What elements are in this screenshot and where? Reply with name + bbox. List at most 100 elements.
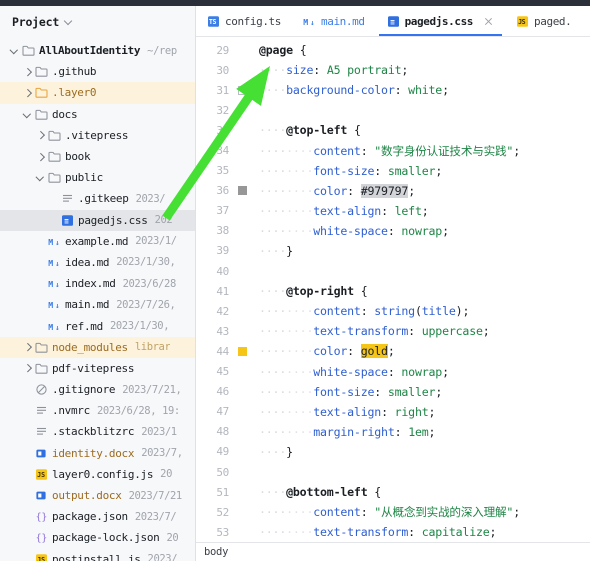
code-token: gold [361, 344, 388, 358]
tree-row-gitignore[interactable]: .gitignore2023/7/21, [0, 379, 195, 400]
code-line[interactable]: 37········text-align: left; [196, 201, 590, 221]
tree-row-postinstall-js[interactable]: JSpostinstall.js2023/ [0, 549, 195, 561]
code-token: ; [513, 144, 520, 158]
code-line[interactable]: 51····@bottom-left { [196, 482, 590, 502]
indent-guide: ···· [259, 284, 286, 298]
code-line[interactable]: 41····@top-right { [196, 281, 590, 301]
markdown-icon: M↓ [303, 15, 316, 28]
line-number: 47 [196, 405, 234, 418]
tree-row-idea-md[interactable]: M↓idea.md2023/1/30, [0, 252, 195, 273]
gutter-color-swatch-white[interactable] [234, 86, 251, 95]
editor-tab-paged[interactable]: JSpaged. [505, 6, 582, 36]
tree-row-index-md[interactable]: M↓index.md2023/6/28 [0, 273, 195, 294]
tree-row-public[interactable]: public [0, 167, 195, 188]
tree-row-github[interactable]: .github [0, 61, 195, 82]
tree-item-meta: 202 [155, 214, 173, 226]
tree-row-nvmrc[interactable]: .nvmrc2023/6/28, 19: [0, 400, 195, 421]
tree-row-package-json[interactable]: {}package.json2023/7/ [0, 506, 195, 527]
editor-tab-config-ts[interactable]: TSconfig.ts [196, 6, 292, 36]
color-swatch[interactable] [238, 86, 247, 95]
tree-item-meta: 2023/7/26, [116, 299, 175, 311]
indent-guide: ···· [286, 144, 313, 158]
chevron-right-icon[interactable] [34, 129, 47, 142]
code-line[interactable]: 50 [196, 462, 590, 482]
editor-tab-main-md[interactable]: M↓main.md [292, 6, 376, 36]
code-line[interactable]: 49····} [196, 442, 590, 462]
code-line[interactable]: 43········text-transform: uppercase; [196, 321, 590, 341]
folder-icon [34, 362, 49, 375]
color-swatch[interactable] [238, 347, 247, 356]
code-line[interactable]: 44········color: gold; [196, 341, 590, 361]
editor-tab-pagedjs-css[interactable]: ≡pagedjs.css [376, 6, 505, 36]
tree-row-layer0[interactable]: .layer0 [0, 82, 195, 103]
code-line[interactable]: 35········font-size: smaller; [196, 161, 590, 181]
gutter-color-swatch-grey[interactable] [234, 186, 251, 195]
code-line[interactable]: 42········content: string(title); [196, 301, 590, 321]
tree-row-gitkeep[interactable]: .gitkeep2023/ [0, 188, 195, 209]
code-line[interactable]: 33····@top-left { [196, 120, 590, 140]
tree-row-pdf-vitepress[interactable]: pdf-vitepress [0, 358, 195, 379]
code-line[interactable]: 52········content: "从概念到实战的深入理解"; [196, 502, 590, 522]
tree-row-pagedjs-css[interactable]: ≡pagedjs.css202 [0, 210, 195, 231]
chevron-right-icon[interactable] [21, 86, 34, 99]
tree-row-output-docx[interactable]: output.docx2023/7/21 [0, 485, 195, 506]
tree-row-package-lock-json[interactable]: {}package-lock.json20 [0, 527, 195, 548]
tree-row-docs[interactable]: docs [0, 104, 195, 125]
code-editor[interactable]: 29@page {30····size: A5 portrait;31····b… [196, 37, 590, 542]
code-line[interactable]: 39····} [196, 241, 590, 261]
tree-row-main-md[interactable]: M↓main.md2023/7/26, [0, 294, 195, 315]
code-line[interactable]: 32 [196, 100, 590, 120]
project-file-tree[interactable]: AllAboutIdentity~/rep.github.layer0docs.… [0, 37, 195, 561]
code-line-text: ········font-size: smaller; [251, 385, 442, 399]
code-line[interactable]: 47········text-align: right; [196, 402, 590, 422]
code-line-text: ····} [251, 244, 293, 258]
code-line[interactable]: 46········font-size: smaller; [196, 382, 590, 402]
code-line[interactable]: 53········text-transform: capitalize; [196, 522, 590, 542]
chevron-down-icon[interactable] [65, 17, 74, 26]
svg-text:M: M [48, 258, 53, 268]
tree-row-vitepress[interactable]: .vitepress [0, 125, 195, 146]
code-token: smaller [388, 385, 435, 399]
code-token: : [408, 324, 422, 338]
close-icon[interactable] [483, 16, 494, 27]
editor-tab-bar[interactable]: TSconfig.tsM↓main.md≡pagedjs.cssJSpaged. [196, 6, 590, 37]
code-line[interactable]: 40 [196, 261, 590, 281]
svg-text:JS: JS [37, 471, 45, 479]
code-lines[interactable]: 29@page {30····size: A5 portrait;31····b… [196, 37, 590, 542]
chevron-down-icon[interactable] [21, 108, 34, 121]
chevron-right-icon[interactable] [21, 65, 34, 78]
tree-row-node-modules[interactable]: node_moduleslibrar [0, 337, 195, 358]
chevron-down-icon[interactable] [8, 44, 21, 57]
code-line[interactable]: 29@page { [196, 40, 590, 60]
chevron-right-icon[interactable] [21, 362, 34, 375]
color-swatch[interactable] [238, 186, 247, 195]
code-line[interactable]: 36········color: #979797; [196, 181, 590, 201]
code-token: { [300, 43, 307, 57]
tree-row-stackblitzrc[interactable]: .stackblitzrc2023/1 [0, 421, 195, 442]
code-line[interactable]: 30····size: A5 portrait; [196, 60, 590, 80]
line-number: 34 [196, 144, 234, 157]
chevron-down-icon[interactable] [34, 171, 47, 184]
tree-row-identity-docx[interactable]: identity.docx2023/7, [0, 443, 195, 464]
css-file-icon: ≡ [60, 214, 75, 227]
code-token: font-size [313, 385, 374, 399]
breadcrumb[interactable]: body [204, 546, 228, 558]
tree-row-allaboutidentity[interactable]: AllAboutIdentity~/rep [0, 40, 195, 61]
code-line[interactable]: 45········white-space: nowrap; [196, 362, 590, 382]
tree-row-layer0-config-js[interactable]: JSlayer0.config.js20 [0, 464, 195, 485]
code-line[interactable]: 34········content: "数字身份认证技术与实践"; [196, 140, 590, 160]
tree-item-label: pdf-vitepress [52, 362, 134, 375]
tree-row-ref-md[interactable]: M↓ref.md2023/1/30, [0, 315, 195, 336]
line-number: 33 [196, 124, 234, 137]
tree-row-example-md[interactable]: M↓example.md2023/1/ [0, 231, 195, 252]
tree-item-label: public [65, 171, 103, 184]
code-line[interactable]: 38········white-space: nowrap; [196, 221, 590, 241]
code-line[interactable]: 31····background-color: white; [196, 80, 590, 100]
gutter-color-swatch-gold[interactable] [234, 347, 251, 356]
chevron-right-icon[interactable] [34, 150, 47, 163]
code-token: ; [401, 63, 408, 77]
project-panel-header[interactable]: Project [0, 6, 195, 37]
tree-row-book[interactable]: book [0, 146, 195, 167]
chevron-right-icon[interactable] [21, 341, 34, 354]
code-line[interactable]: 48········margin-right: 1em; [196, 422, 590, 442]
